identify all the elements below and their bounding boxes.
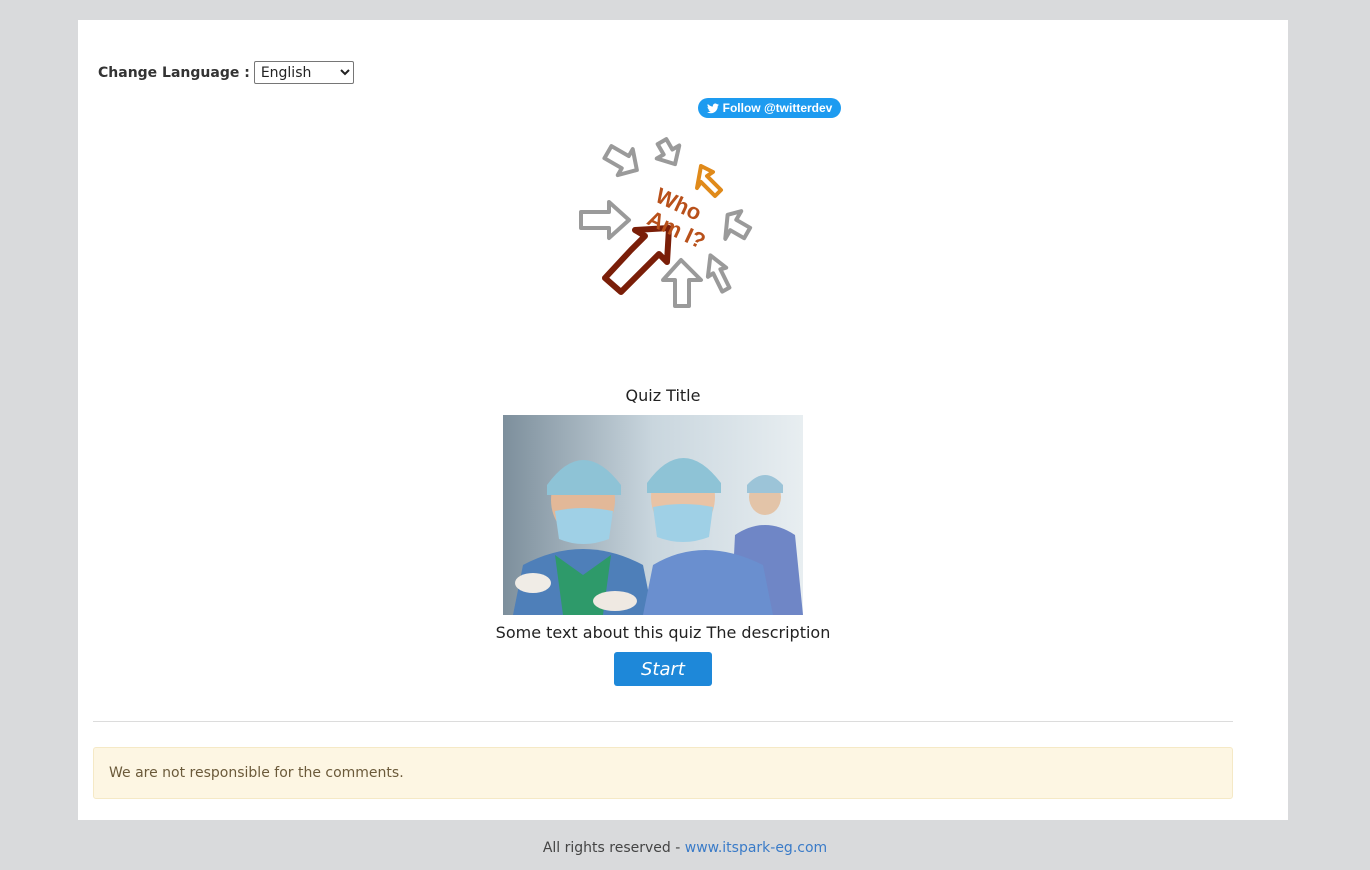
divider <box>93 721 1233 722</box>
arrow-icon <box>661 258 703 308</box>
start-button[interactable]: Start <box>614 652 712 686</box>
quiz-description: Some text about this quiz The descriptio… <box>495 623 831 642</box>
notice-text: We are not responsible for the comments. <box>109 765 404 781</box>
arrow-icon <box>723 209 753 241</box>
quiz-image <box>503 415 803 615</box>
language-select[interactable]: English <box>253 61 354 84</box>
arrow-icon <box>602 144 639 178</box>
comments-notice: We are not responsible for the comments. <box>93 747 1233 799</box>
twitter-bird-icon <box>706 103 719 113</box>
language-selector-row: Change Language : English <box>98 61 354 84</box>
twitter-follow-button[interactable]: Follow @twitterdev <box>698 98 841 118</box>
twitter-follow-label: Follow @twitterdev <box>722 101 833 115</box>
arrow-icon <box>654 137 682 167</box>
arrow-icon <box>579 200 631 240</box>
change-language-label: Change Language : <box>98 64 250 81</box>
main-card: Change Language : English Follow @twitte… <box>78 20 1288 820</box>
footer: All rights reserved - www.itspark-eg.com <box>0 840 1370 856</box>
quiz-title: Quiz Title <box>625 386 701 405</box>
arrow-icon <box>705 253 732 294</box>
footer-website-link[interactable]: www.itspark-eg.com <box>685 840 827 856</box>
big-red-arrow-icon <box>602 225 672 295</box>
footer-rights-text: All rights reserved - <box>542 840 685 856</box>
who-am-i-logo: Who Am I? <box>573 132 759 316</box>
orange-arrow-icon <box>695 164 723 198</box>
